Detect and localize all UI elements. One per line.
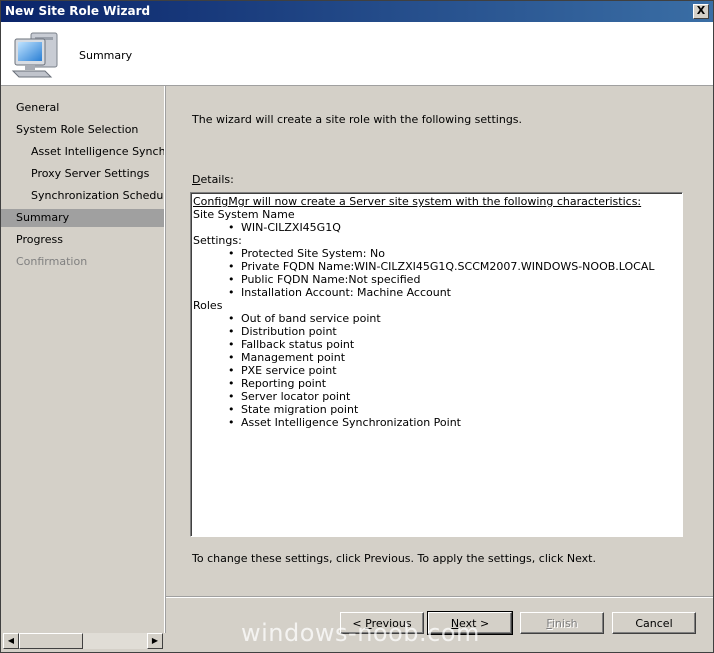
step-label: Proxy Server Settings (31, 167, 150, 180)
list-item: Fallback status point (228, 338, 680, 351)
list-item: Distribution point (228, 325, 680, 338)
wizard-content: The wizard will create a site role with … (166, 86, 713, 652)
details-textbox[interactable]: ConfigMgr will now create a Server site … (190, 192, 683, 537)
finish-rest: inish (551, 617, 578, 630)
watermark-text: windows-noob.com (241, 619, 480, 647)
step-label: Progress (16, 233, 63, 246)
step-asset-intelligence[interactable]: Asset Intelligence Synchronization Point (1, 143, 164, 161)
step-label: General (16, 101, 60, 114)
step-summary[interactable]: Summary (1, 209, 164, 227)
details-label-rest: etails: (200, 173, 234, 186)
wizard-steps-sidebar: General System Role Selection Asset Inte… (1, 86, 165, 633)
window-title: New Site Role Wizard (5, 4, 151, 18)
step-label: Asset Intelligence Synchronization Point (31, 145, 164, 158)
list-item: Out of band service point (228, 312, 680, 325)
list-item: Asset Intelligence Synchronization Point (228, 416, 680, 429)
details-heading: ConfigMgr will now create a Server site … (193, 195, 642, 208)
list-item: Server locator point (228, 390, 680, 403)
wizard-window: New Site Role Wizard X Summary General S… (0, 0, 714, 653)
settings-list: Protected Site System: No Private FQDN N… (193, 247, 680, 299)
list-item: Management point (228, 351, 680, 364)
step-label: Summary (16, 211, 70, 224)
list-item: State migration point (228, 403, 680, 416)
step-label: Synchronization Schedule (31, 189, 164, 202)
close-button[interactable]: X (693, 4, 709, 19)
cancel-button[interactable]: Cancel (612, 612, 696, 634)
finish-button: Finish (520, 612, 604, 634)
title-bar[interactable]: New Site Role Wizard X (1, 1, 713, 22)
scroll-left-arrow-icon[interactable]: ◀ (3, 633, 19, 649)
intro-text: The wizard will create a site role with … (192, 113, 523, 126)
step-general[interactable]: General (1, 99, 164, 117)
step-proxy-server-settings[interactable]: Proxy Server Settings (1, 165, 164, 183)
computer-icon (11, 32, 58, 78)
step-progress[interactable]: Progress (1, 231, 164, 249)
button-separator (166, 596, 713, 598)
header-title: Summary (79, 49, 133, 62)
list-item: Private FQDN Name:WIN-CILZXI45G1Q.SCCM20… (228, 260, 680, 273)
details-label: Details: (192, 173, 234, 186)
scroll-thumb[interactable] (19, 633, 83, 649)
list-item: Public FQDN Name:Not specified (228, 273, 680, 286)
footer-instructions: To change these settings, click Previous… (192, 552, 596, 565)
step-label: Confirmation (16, 255, 88, 268)
site-system-list: WIN-CILZXI45G1Q (193, 221, 680, 234)
list-item: WIN-CILZXI45G1Q (228, 221, 680, 234)
scroll-right-arrow-icon[interactable]: ▶ (147, 633, 163, 649)
list-item: Protected Site System: No (228, 247, 680, 260)
step-confirmation: Confirmation (1, 253, 164, 271)
step-label: System Role Selection (16, 123, 139, 136)
list-item: PXE service point (228, 364, 680, 377)
list-item: Installation Account: Machine Account (228, 286, 680, 299)
sidebar-horizontal-scrollbar[interactable]: ◀ ▶ (3, 633, 163, 649)
step-synchronization-schedule[interactable]: Synchronization Schedule (1, 187, 164, 205)
roles-label: Roles (193, 299, 223, 312)
site-system-label: Site System Name (193, 208, 295, 221)
list-item: Reporting point (228, 377, 680, 390)
wizard-header: Summary (1, 22, 713, 86)
step-system-role-selection[interactable]: System Role Selection (1, 121, 164, 139)
roles-list: Out of band service point Distribution p… (193, 312, 680, 429)
settings-label: Settings: (193, 234, 242, 247)
